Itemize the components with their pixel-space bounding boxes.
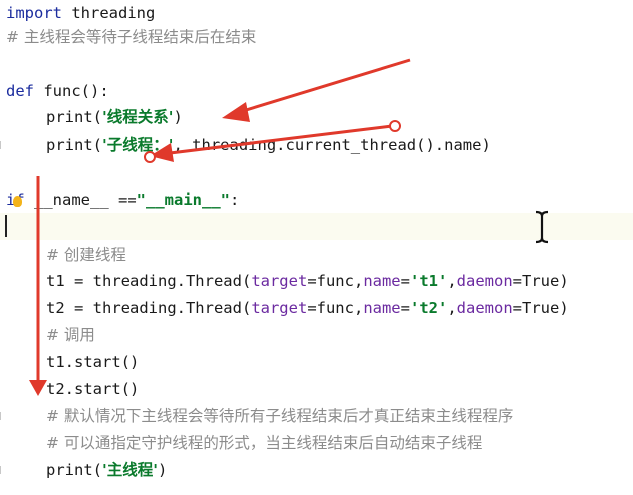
annotation-arrow-1 xyxy=(222,58,411,122)
annotation-arrow-2 xyxy=(144,120,401,163)
code-editor[interactable]: import threading # 主线程会等待子线程结束后在结束 def f… xyxy=(0,0,633,495)
annotation-arrow-3 xyxy=(29,176,47,396)
annotation-arrows xyxy=(29,58,411,396)
